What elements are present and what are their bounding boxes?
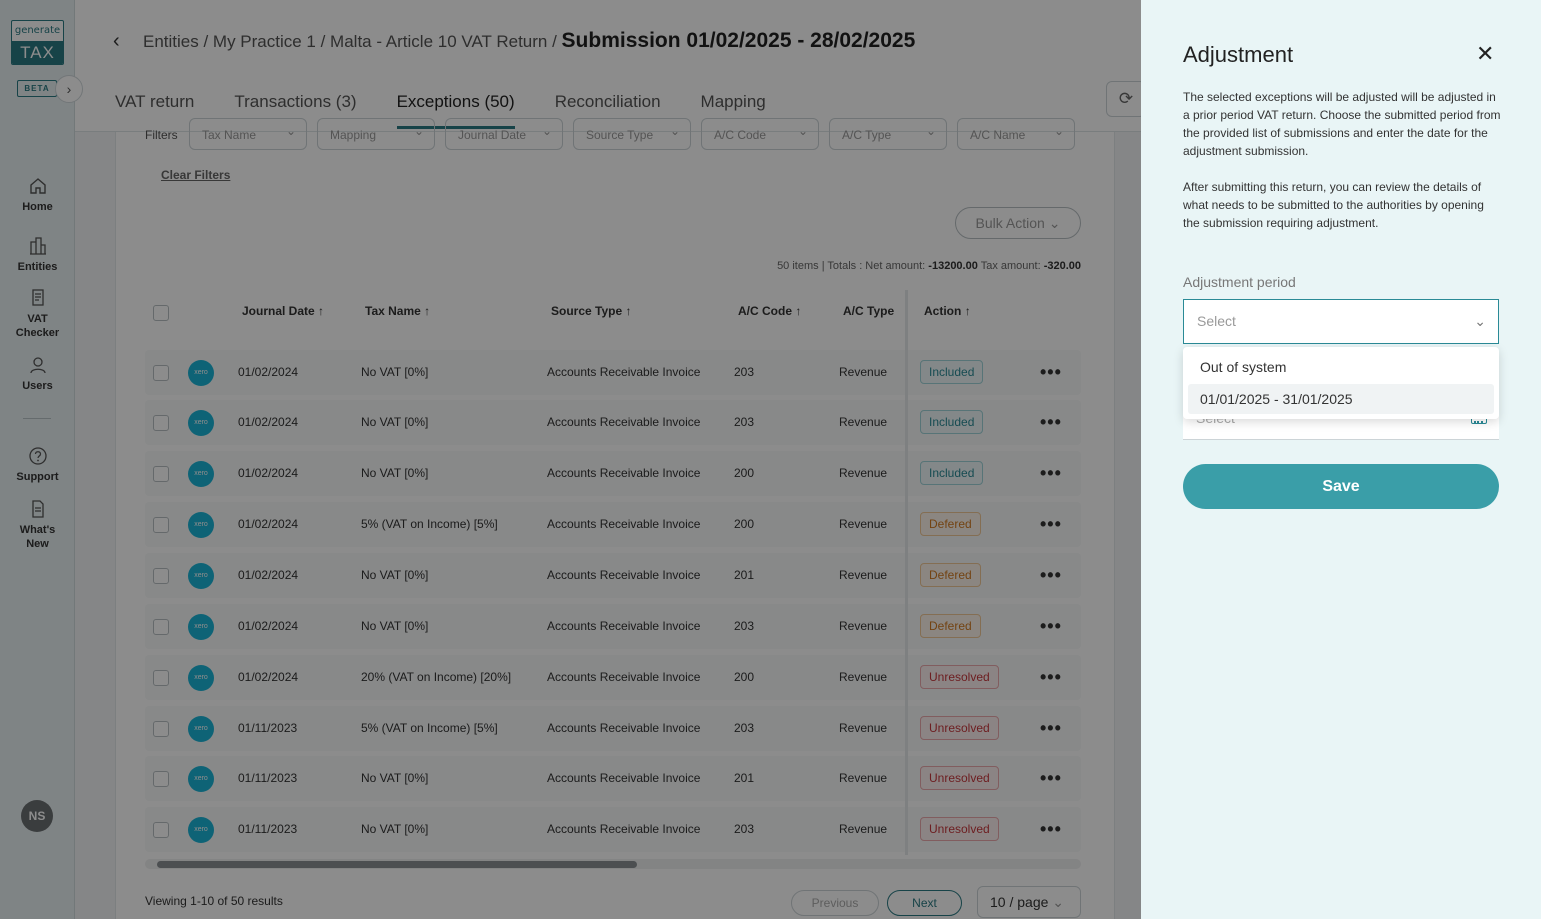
option-out-of-system[interactable]: Out of system: [1188, 352, 1494, 382]
select-placeholder: Select: [1197, 313, 1236, 329]
drawer-title: Adjustment: [1183, 42, 1294, 67]
option-period-jan-2025[interactable]: 01/01/2025 - 31/01/2025: [1188, 384, 1494, 414]
adjustment-period-select[interactable]: Select ⌄: [1183, 299, 1499, 344]
modal-overlay[interactable]: [0, 0, 1141, 919]
close-icon[interactable]: ✕: [1476, 42, 1496, 66]
chevron-down-icon: ⌄: [1474, 313, 1486, 329]
adjustment-period-label: Adjustment period: [1183, 274, 1296, 290]
period-dropdown: Out of system 01/01/2025 - 31/01/2025: [1183, 347, 1499, 419]
adjustment-drawer: Adjustment ✕ The selected exceptions wil…: [1141, 0, 1541, 919]
drawer-note: After submitting this return, you can re…: [1183, 180, 1484, 230]
save-button[interactable]: Save: [1183, 464, 1499, 509]
drawer-description: The selected exceptions will be adjusted…: [1183, 90, 1501, 158]
